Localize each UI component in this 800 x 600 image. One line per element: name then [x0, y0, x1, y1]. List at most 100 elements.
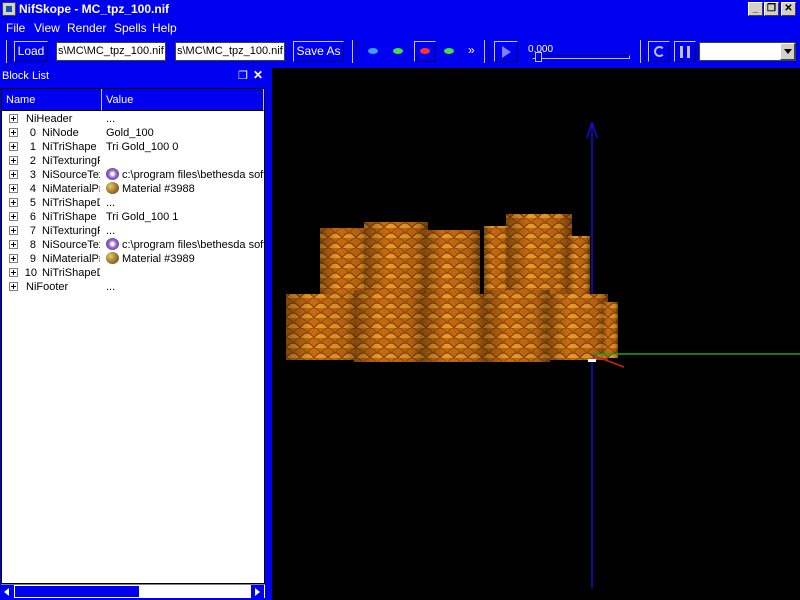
horizontal-scrollbar[interactable]	[1, 584, 265, 598]
load-button[interactable]: Load	[14, 41, 48, 62]
expand-icon[interactable]	[9, 226, 18, 235]
animation-sequence-select[interactable]	[699, 42, 796, 61]
block-index: 4	[29, 183, 36, 195]
dock-close-icon[interactable]: ✕	[253, 68, 263, 82]
gold-stack-front[interactable]	[286, 290, 618, 362]
chevron-left-icon	[4, 588, 9, 596]
window-title: NifSkope - MC_tpz_100.nif	[19, 2, 170, 16]
expand-icon[interactable]	[9, 114, 18, 123]
block-name: NiTriShapeData	[42, 267, 100, 279]
gold-stack-back[interactable]	[320, 214, 590, 302]
loop-button[interactable]	[648, 41, 670, 62]
block-value-cell: Material #3988	[106, 182, 264, 196]
block-value: Tri Gold_100 1	[106, 211, 179, 223]
toolbar-grip-2[interactable]	[352, 40, 357, 63]
block-name: NiFooter	[26, 281, 69, 293]
toolbar-grip[interactable]	[6, 40, 11, 63]
scroll-thumb[interactable]	[15, 586, 139, 597]
column-header-value[interactable]: Value	[102, 89, 264, 111]
menu-bar: File View Render Spells Help	[0, 18, 800, 37]
expand-icon[interactable]	[9, 142, 18, 151]
time-slider[interactable]	[532, 52, 630, 62]
view-side-icon[interactable]	[393, 48, 403, 54]
block-value: c:\program files\bethesda softworks	[122, 169, 264, 181]
block-index: 3	[29, 169, 36, 181]
chevron-down-icon[interactable]	[780, 43, 795, 60]
table-row[interactable]: NiHeader...	[2, 112, 264, 126]
menu-view[interactable]: View	[34, 21, 60, 35]
app-icon[interactable]	[2, 2, 16, 16]
table-row[interactable]: 5 NiTriShapeData...	[2, 196, 264, 210]
block-value-cell: Gold_100	[106, 126, 264, 140]
switch-button[interactable]	[674, 41, 696, 62]
expand-icon[interactable]	[9, 184, 18, 193]
block-index: 0	[29, 127, 36, 139]
block-name: NiTexturingProperty	[42, 155, 100, 167]
expand-icon[interactable]	[9, 128, 18, 137]
expand-icon[interactable]	[9, 170, 18, 179]
block-value: Tri Gold_100 0	[106, 141, 179, 153]
load-path-input[interactable]: s\MC\MC_tpz_100.nif	[56, 42, 166, 61]
block-index: 2	[29, 155, 36, 167]
expand-icon[interactable]	[9, 282, 18, 291]
block-name: NiTexturingProperty	[42, 225, 100, 237]
table-row[interactable]: 7 NiTexturingProperty...	[2, 224, 264, 238]
toolbar: Load s\MC\MC_tpz_100.nif s\MC\MC_tpz_100…	[0, 37, 800, 66]
table-row[interactable]: 6 NiTriShape Tri Gold_100 1	[2, 210, 264, 224]
time-slider-handle[interactable]	[535, 52, 542, 62]
table-row[interactable]: 2 NiTexturingProperty	[2, 154, 264, 168]
menu-file[interactable]: File	[6, 21, 25, 35]
expand-icon[interactable]	[9, 254, 18, 263]
block-value-cell: ...	[106, 280, 264, 294]
close-button[interactable]: ✕	[781, 2, 796, 16]
view-front-icon[interactable]	[368, 48, 378, 54]
save-as-button[interactable]: Save As	[293, 41, 344, 62]
block-value-cell: Material #3989	[106, 252, 264, 266]
expand-icon[interactable]	[9, 212, 18, 221]
table-row[interactable]: 9 NiMaterialProperty Material #3989	[2, 252, 264, 266]
render-viewport[interactable]	[272, 68, 800, 600]
scene-canvas[interactable]	[272, 68, 800, 600]
block-value-cell: Tri Gold_100 1	[106, 210, 264, 224]
view-user-icon[interactable]	[444, 48, 454, 54]
block-value-cell: c:\program files\bethesda softworks	[106, 238, 264, 252]
column-header-name[interactable]: Name	[2, 89, 102, 111]
block-index: 9	[29, 253, 36, 265]
menu-help[interactable]: Help	[152, 21, 177, 35]
save-path-input[interactable]: s\MC\MC_tpz_100.nif	[175, 42, 285, 61]
expand-icon[interactable]	[9, 240, 18, 249]
table-row[interactable]: 3 NiSourceTexture c:\program files\bethesd…	[2, 168, 264, 182]
block-value: ...	[106, 281, 116, 293]
block-name: NiSourceTexture	[42, 169, 100, 181]
block-value: Material #3989	[122, 253, 195, 265]
scroll-right-button[interactable]	[251, 585, 264, 598]
switch-icon	[680, 46, 683, 58]
table-row[interactable]: 4 NiMaterialProperty Material #3988	[2, 182, 264, 196]
play-button[interactable]	[494, 41, 518, 62]
undock-icon[interactable]: ❐	[238, 69, 248, 82]
table-row[interactable]: 0 NiNode Gold_100	[2, 126, 264, 140]
table-row[interactable]: 10 NiTriShapeData	[2, 266, 264, 280]
scroll-left-button[interactable]	[1, 585, 14, 598]
menu-spells[interactable]: Spells	[114, 21, 147, 35]
table-row[interactable]: 8 NiSourceTexture c:\program files\bethesd…	[2, 238, 264, 252]
restore-button[interactable]: ❐	[764, 2, 779, 16]
block-tree[interactable]: Name Value NiHeader... 0 NiNode Gold_100 1 Ni…	[1, 88, 265, 584]
block-name: NiNode	[42, 127, 79, 139]
toolbar-more-icon[interactable]: »	[468, 43, 475, 57]
table-row[interactable]: 1 NiTriShape Tri Gold_100 0	[2, 140, 264, 154]
toolbar-grip-3[interactable]	[484, 40, 489, 63]
expand-icon[interactable]	[9, 198, 18, 207]
block-name: NiMaterialProperty	[42, 183, 100, 195]
minimize-button[interactable]: _	[748, 2, 763, 16]
view-top-button[interactable]	[414, 41, 436, 62]
texture-icon	[106, 238, 119, 250]
expand-icon[interactable]	[9, 156, 18, 165]
loop-icon	[654, 46, 665, 57]
toolbar-grip-4[interactable]	[640, 40, 645, 63]
expand-icon[interactable]	[9, 268, 18, 277]
block-value: ...	[106, 113, 116, 125]
menu-render[interactable]: Render	[67, 21, 106, 35]
block-name: NiMaterialProperty	[42, 253, 100, 265]
table-row[interactable]: NiFooter...	[2, 280, 264, 294]
